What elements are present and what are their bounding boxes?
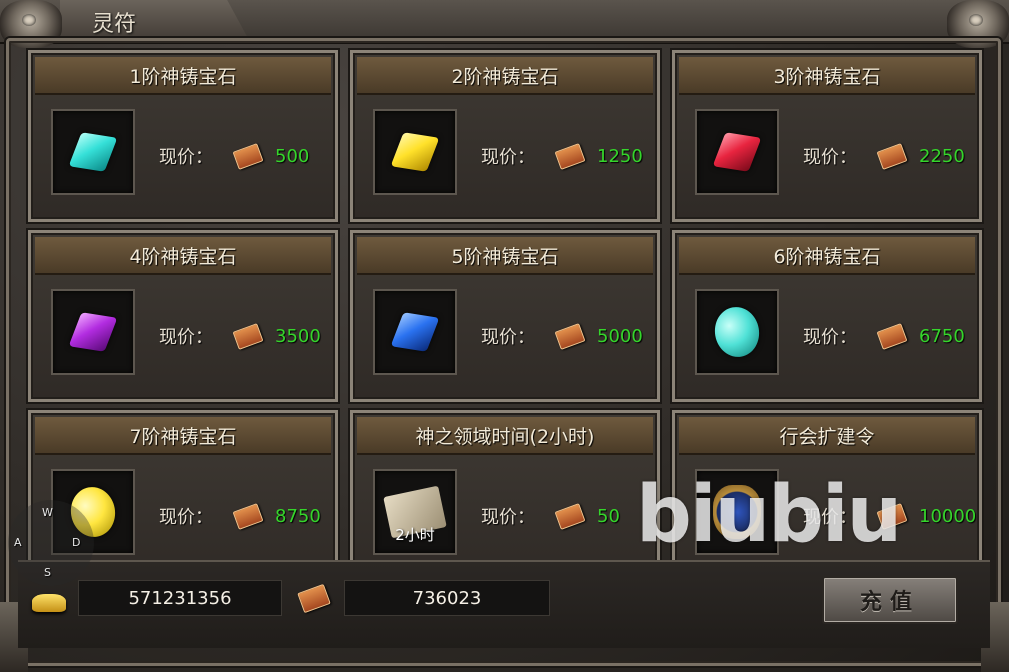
shop-item-card[interactable]: 5阶神铸宝石 现价： 5000 xyxy=(350,230,660,402)
ticket-icon xyxy=(554,142,586,170)
item-name: 1阶神铸宝石 xyxy=(35,57,331,95)
item-name: 5阶神铸宝石 xyxy=(357,237,653,275)
item-name: 2阶神铸宝石 xyxy=(357,57,653,95)
price-row: 现价： 6750 xyxy=(803,322,965,350)
price-value: 2250 xyxy=(919,145,965,167)
price-row: 现价： 50 xyxy=(481,502,620,530)
ticket-icon xyxy=(232,502,264,530)
price-label: 现价： xyxy=(481,327,535,348)
item-slot[interactable] xyxy=(373,289,457,375)
price-row: 现价： 500 xyxy=(159,142,310,170)
price-value: 50 xyxy=(597,505,620,527)
shop-item-card[interactable]: 2阶神铸宝石 现价： 1250 xyxy=(350,50,660,222)
item-slot[interactable]: 2小时 xyxy=(373,469,457,555)
joystick-key-left[interactable]: A xyxy=(14,536,22,549)
item-slot[interactable] xyxy=(373,109,457,195)
slot-caption: 2小时 xyxy=(395,526,435,544)
gold-amount: 571231356 xyxy=(78,580,282,616)
shop-item-card[interactable]: 1阶神铸宝石 现价： 500 xyxy=(28,50,338,222)
item-slot[interactable] xyxy=(51,289,135,375)
shop-item-card[interactable]: 4阶神铸宝石 现价： 3500 xyxy=(28,230,338,402)
ticket-icon xyxy=(554,322,586,350)
item-name: 行会扩建令 xyxy=(679,417,975,455)
price-label: 现价： xyxy=(803,147,857,168)
item-name: 神之领域时间(2小时) xyxy=(357,417,653,455)
virtual-joystick[interactable]: W A D S xyxy=(8,500,94,586)
ticket-icon xyxy=(876,322,908,350)
price-row: 现价： 8750 xyxy=(159,502,321,530)
price-value: 5000 xyxy=(597,325,643,347)
price-label: 现价： xyxy=(159,147,213,168)
ticket-icon xyxy=(554,502,586,530)
price-label: 现价： xyxy=(159,507,213,528)
joystick-key-up[interactable]: W xyxy=(42,506,53,519)
price-row: 现价： 2250 xyxy=(803,142,965,170)
purple-gem-icon xyxy=(68,312,118,352)
joystick-key-down[interactable]: S xyxy=(44,566,51,579)
price-row: 现价： 5000 xyxy=(481,322,643,350)
shop-item-card[interactable]: 神之领域时间(2小时) 2小时 现价： 50 xyxy=(350,410,660,582)
blue-gem-icon xyxy=(390,312,440,352)
ticket-icon xyxy=(876,142,908,170)
ticket-icon xyxy=(232,322,264,350)
price-value: 3500 xyxy=(275,325,321,347)
shop-item-card[interactable]: 6阶神铸宝石 现价： 6750 xyxy=(672,230,982,402)
window-title: 灵符 xyxy=(92,12,137,37)
item-slot[interactable] xyxy=(51,109,135,195)
red-gem-icon xyxy=(712,132,762,172)
title-tab xyxy=(60,0,250,42)
joystick-key-right[interactable]: D xyxy=(72,536,80,549)
item-name: 6阶神铸宝石 xyxy=(679,237,975,275)
item-name: 7阶神铸宝石 xyxy=(35,417,331,455)
yellow-gem-icon xyxy=(390,132,440,172)
price-value: 1250 xyxy=(597,145,643,167)
cyan-gem-icon xyxy=(68,132,118,172)
watermark: biubiu xyxy=(636,470,902,560)
shop-item-card[interactable]: 3阶神铸宝石 现价： 2250 xyxy=(672,50,982,222)
aqua-gem-icon xyxy=(710,303,764,361)
ticket-icon xyxy=(232,142,264,170)
price-label: 现价： xyxy=(803,327,857,348)
item-name: 4阶神铸宝石 xyxy=(35,237,331,275)
item-name: 3阶神铸宝石 xyxy=(679,57,975,95)
ticket-amount: 736023 xyxy=(344,580,550,616)
price-value: 6750 xyxy=(919,325,965,347)
recharge-button[interactable]: 充值 xyxy=(822,576,958,624)
price-label: 现价： xyxy=(481,147,535,168)
item-slot[interactable] xyxy=(695,109,779,195)
price-value: 8750 xyxy=(275,505,321,527)
gold-ingot-icon xyxy=(32,594,66,612)
price-row: 现价： 1250 xyxy=(481,142,643,170)
price-value: 500 xyxy=(275,145,310,167)
price-label: 现价： xyxy=(481,507,535,528)
item-slot[interactable] xyxy=(695,289,779,375)
price-value: 10000 xyxy=(919,505,977,527)
price-row: 现价： 3500 xyxy=(159,322,321,350)
shop-window: 灵符 1阶神铸宝石 现价： 500 2阶神铸宝石 现价： 1250 3阶神铸宝石… xyxy=(0,0,1009,672)
price-label: 现价： xyxy=(159,327,213,348)
